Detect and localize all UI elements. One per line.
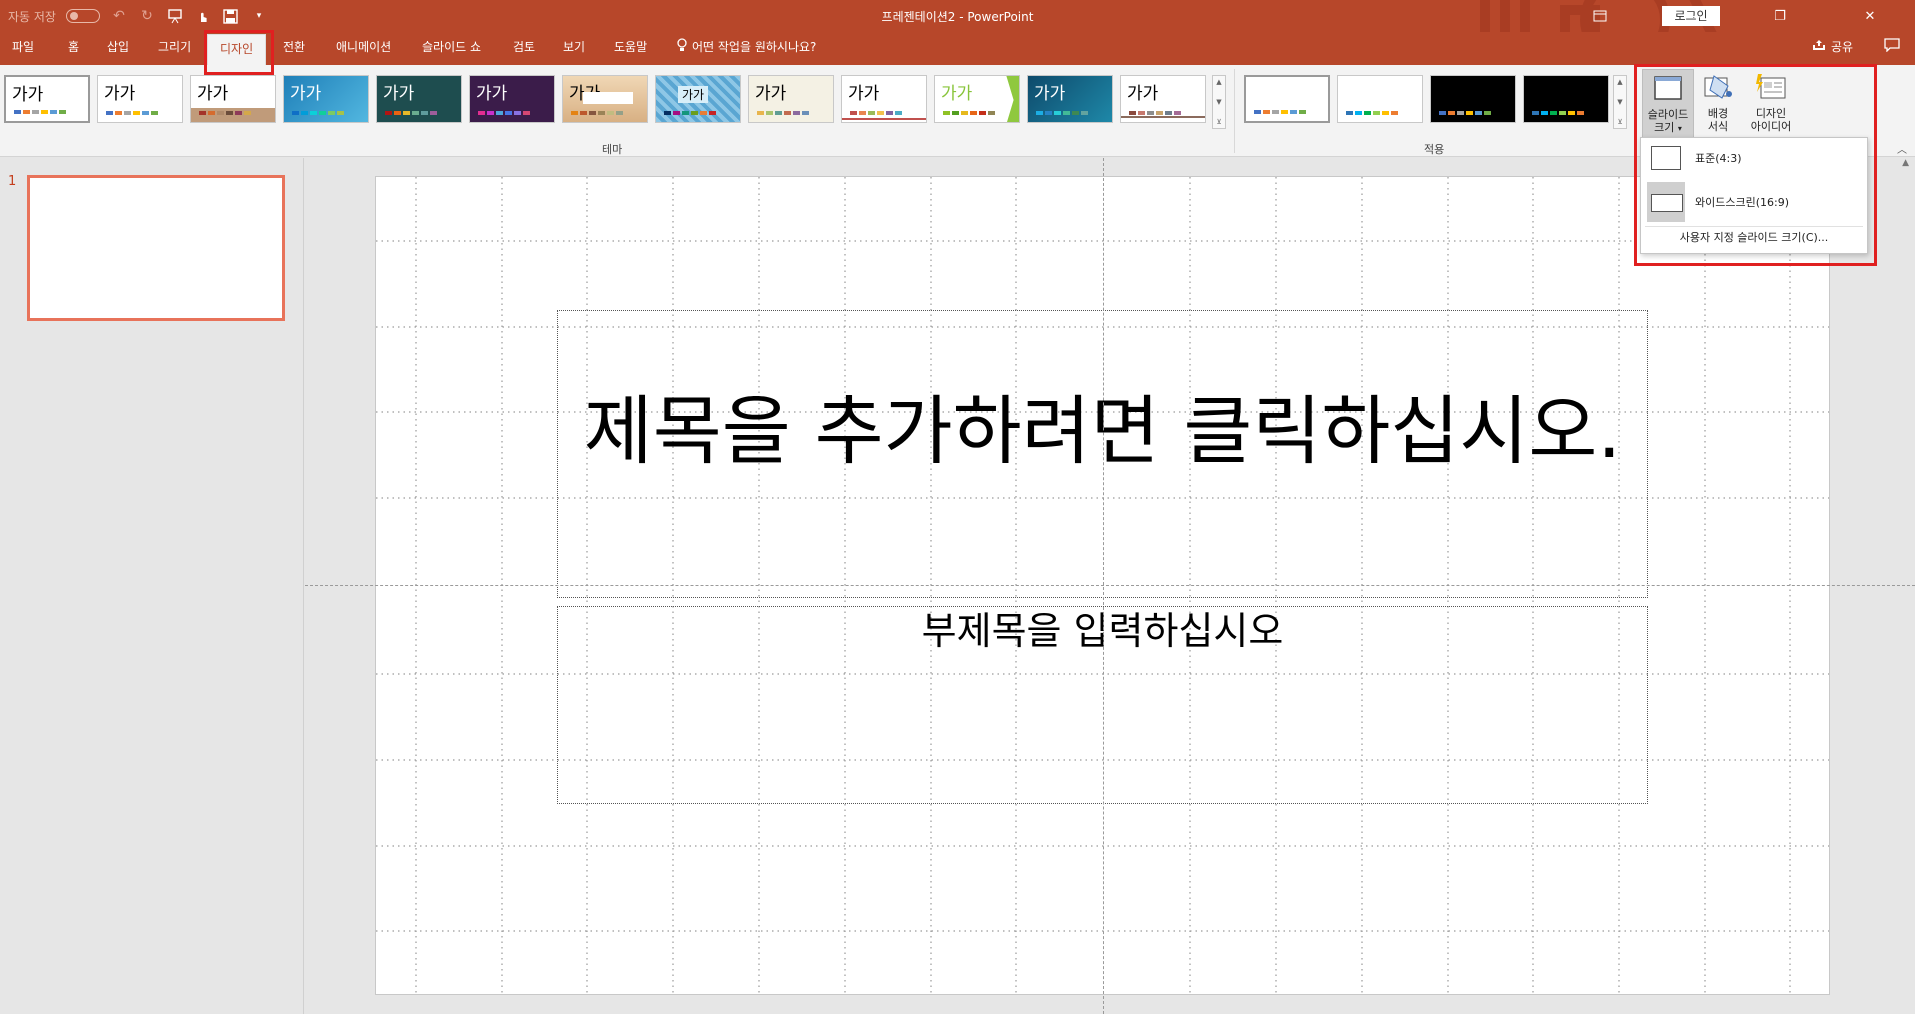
scroll-up-icon[interactable]: ▲ — [1902, 158, 1909, 168]
collapse-ribbon-icon[interactable]: ︿ — [1897, 141, 1907, 156]
design-ideas-label-1: 디자인 — [1755, 107, 1787, 120]
theme-gallery-scroll[interactable]: ▲ ▼ ⊻ — [1212, 75, 1226, 129]
gallery-down-icon[interactable]: ▼ — [1216, 98, 1221, 106]
slide-size-widescreen[interactable]: 와이드스크린(16:9) — [1641, 182, 1867, 222]
tell-me-search[interactable]: 어떤 작업을 원하시나요? — [676, 38, 816, 55]
comments-icon[interactable] — [1884, 38, 1900, 56]
theme-slice[interactable]: 가가 — [655, 75, 741, 123]
widescreen-size-icon — [1647, 182, 1685, 222]
design-ideas-icon — [1754, 69, 1788, 105]
share-icon — [1812, 39, 1826, 54]
slide-thumbnail-panel: 1 — [0, 158, 304, 1014]
tab-insert[interactable]: 삽입 — [107, 38, 129, 55]
variant-gallery-scroll[interactable]: ▲ ▼ ⊻ — [1613, 75, 1627, 129]
share-button[interactable]: 공유 — [1812, 38, 1853, 55]
format-background-label-2: 서식 — [1707, 120, 1729, 133]
slide-number: 1 — [8, 174, 17, 189]
theme-group-label: 테마 — [602, 143, 623, 156]
design-ribbon: 가가 가가 가가 가가 가가 가가 가가 가가 가가 가가 가가 가가 ▲ ▼ … — [0, 65, 1915, 157]
theme-retrospect[interactable]: 가가 — [562, 75, 648, 123]
design-ideas-label-2: 아이디어 — [1750, 120, 1792, 133]
format-background-button[interactable]: 배경 서식 — [1698, 69, 1738, 141]
tell-me-label: 어떤 작업을 원하시나요? — [692, 40, 817, 54]
tab-slideshow[interactable]: 슬라이드 쇼 — [422, 38, 481, 55]
ribbon-display-options-icon[interactable] — [1555, 0, 1645, 32]
gallery-up-icon[interactable]: ▲ — [1216, 78, 1221, 86]
standard-size-icon — [1651, 146, 1681, 170]
theme-ion[interactable]: 가가 — [283, 75, 369, 123]
widescreen-size-label: 와이드스크린(16:9) — [1695, 196, 1790, 209]
theme-office-2[interactable]: 가가 — [97, 75, 183, 123]
minimize-icon[interactable]: — — [1645, 0, 1735, 32]
slide-size-standard[interactable]: 표준(4:3) — [1641, 138, 1867, 178]
horizontal-guide[interactable] — [305, 585, 1915, 586]
format-background-label-1: 배경 — [1707, 107, 1729, 120]
window-controls: — ❐ ✕ — [1555, 0, 1915, 32]
theme-wisp[interactable]: 가가 — [748, 75, 834, 123]
theme-savon[interactable]: 가가 — [841, 75, 927, 123]
tab-help[interactable]: 도움말 — [614, 38, 647, 55]
slide-thumbnail[interactable] — [27, 175, 285, 321]
tab-design[interactable]: 디자인 — [207, 34, 267, 65]
gallery-more-icon[interactable]: ⊻ — [1216, 118, 1221, 126]
variant-more-icon[interactable]: ⊻ — [1617, 118, 1622, 126]
tab-file[interactable]: 파일 — [12, 38, 34, 55]
ribbon-tab-bar: 파일 홈 삽입 그리기 디자인 전환 애니메이션 슬라이드 쇼 검토 보기 도움… — [0, 32, 1915, 65]
restore-icon[interactable]: ❐ — [1735, 0, 1825, 32]
variant-2[interactable] — [1337, 75, 1423, 123]
slide-size-label-1: 슬라이드 — [1647, 108, 1689, 121]
custom-slide-size-item[interactable]: 사용자 지정 슬라이드 크기(C)... — [1641, 229, 1867, 245]
slide-size-dropdown: 표준(4:3) 와이드스크린(16:9) 사용자 지정 슬라이드 크기(C)..… — [1640, 137, 1868, 254]
variant-3[interactable] — [1430, 75, 1516, 123]
standard-size-label: 표준(4:3) — [1695, 152, 1742, 165]
tab-review[interactable]: 검토 — [513, 38, 535, 55]
chevron-down-icon: ▾ — [1677, 124, 1682, 133]
tab-draw[interactable]: 그리기 — [158, 38, 191, 55]
tab-home[interactable]: 홈 — [68, 38, 79, 55]
format-background-icon — [1701, 69, 1735, 105]
theme-circuit[interactable]: 가가 — [1027, 75, 1113, 123]
share-label: 공유 — [1831, 40, 1854, 54]
theme-dividend[interactable]: 가가 — [1120, 75, 1206, 123]
theme-sample-text: 가가 — [12, 85, 44, 105]
theme-office[interactable]: 가가 — [4, 75, 90, 123]
title-bar: 자동 저장 ↶ ↻ ▾ 프레젠테이션2 - PowerPoint 로그인 — ❐… — [0, 0, 1915, 32]
powerpoint-window: 자동 저장 ↶ ↻ ▾ 프레젠테이션2 - PowerPoint 로그인 — ❐… — [0, 0, 1915, 1014]
slide-size-icon — [1651, 70, 1685, 106]
tab-view[interactable]: 보기 — [563, 38, 585, 55]
tab-transitions[interactable]: 전환 — [283, 38, 305, 55]
tab-animations[interactable]: 애니메이션 — [336, 38, 391, 55]
close-icon[interactable]: ✕ — [1825, 0, 1915, 32]
theme-organic[interactable]: 가가 — [469, 75, 555, 123]
variant-down-icon[interactable]: ▼ — [1617, 98, 1622, 106]
variant-up-icon[interactable]: ▲ — [1617, 78, 1622, 86]
variant-4[interactable] — [1523, 75, 1609, 123]
vertical-guide[interactable] — [1103, 158, 1104, 1014]
theme-ion-boardroom[interactable]: 가가 — [376, 75, 462, 123]
theme-facet[interactable]: 가가 — [190, 75, 276, 123]
slide-editor: 제목을 추가하려면 클릭하십시오. 부제목을 입력하십시오 ▲ — [305, 158, 1915, 1014]
variant-group-label: 적용 — [1424, 143, 1445, 156]
variant-1[interactable] — [1244, 75, 1330, 123]
theme-facet-green[interactable]: 가가 — [934, 75, 1020, 123]
design-ideas-button[interactable]: 디자인 아이디어 — [1743, 69, 1799, 141]
slide-size-button[interactable]: 슬라이드 크기 ▾ — [1642, 69, 1694, 141]
lightbulb-icon — [676, 38, 688, 55]
slide-size-label-2: 크기 — [1654, 121, 1675, 134]
